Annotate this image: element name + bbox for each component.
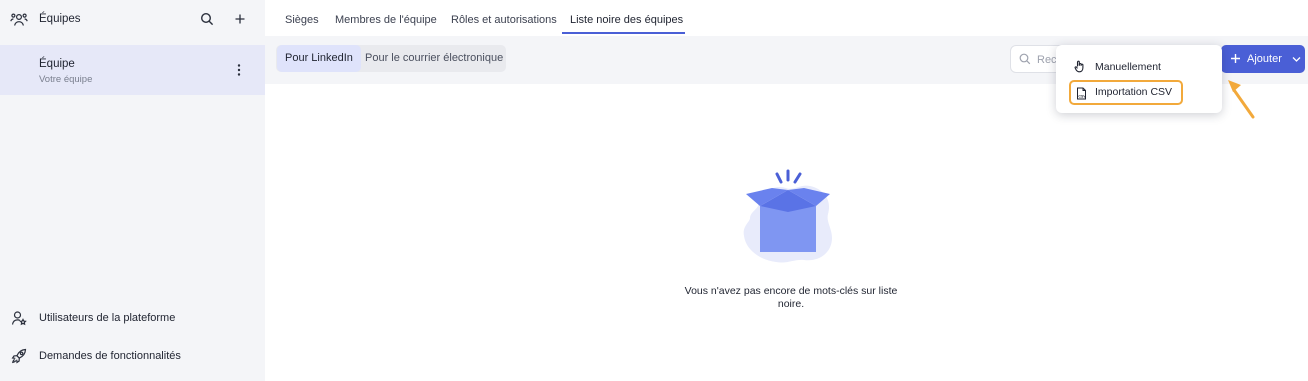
segment-linkedin[interactable]: Pour LinkedIn xyxy=(277,45,361,72)
svg-text:CSV: CSV xyxy=(1078,94,1086,98)
pointer-arrow-icon xyxy=(1228,80,1255,119)
menu-item-label: Importation CSV xyxy=(1095,86,1173,98)
active-tab-indicator xyxy=(562,32,685,34)
sidebar-header: Équipes xyxy=(0,0,265,40)
sidebar-item-feature-requests[interactable]: Demandes de fonctionnalités xyxy=(0,341,265,371)
team-subtitle: Votre équipe xyxy=(39,74,93,85)
menu-item-manual[interactable]: Manuellement xyxy=(1068,56,1218,78)
search-icon xyxy=(1019,53,1031,65)
sidebar-item-platform-users[interactable]: Utilisateurs de la plateforme xyxy=(0,303,265,333)
team-name: Équipe xyxy=(39,58,75,70)
tab-roles-permissions[interactable]: Rôles et autorisations xyxy=(451,14,557,26)
menu-item-label: Manuellement xyxy=(1095,61,1161,73)
add-button[interactable]: Ajouter xyxy=(1221,45,1305,73)
add-team-icon[interactable] xyxy=(233,12,247,26)
more-options-icon[interactable] xyxy=(232,61,246,79)
sidebar-item-label: Utilisateurs de la plateforme xyxy=(39,312,176,324)
add-button-label: Ajouter xyxy=(1247,53,1282,65)
empty-box-illustration xyxy=(743,169,832,263)
rocket-icon xyxy=(11,348,27,364)
hand-pointer-icon xyxy=(1074,60,1084,73)
tab-seats[interactable]: Sièges xyxy=(285,14,319,26)
search-icon[interactable] xyxy=(200,12,214,26)
team-icon xyxy=(10,13,28,26)
sidebar-title: Équipes xyxy=(39,13,81,25)
sidebar: Équipes Équipe Votre équipe Utilisateurs… xyxy=(0,0,265,381)
csv-file-icon: CSV xyxy=(1077,87,1086,100)
segment-email[interactable]: Pour le courrier électronique xyxy=(357,45,511,72)
empty-state-message: Vous n'avez pas encore de mots-clés sur … xyxy=(684,285,898,310)
sidebar-item-team[interactable]: Équipe Votre équipe xyxy=(0,45,265,95)
plus-icon xyxy=(1231,54,1240,63)
tab-team-blacklist[interactable]: Liste noire des équipes xyxy=(570,14,683,26)
tab-team-members[interactable]: Membres de l'équipe xyxy=(335,14,437,26)
chevron-down-icon xyxy=(1292,57,1301,62)
user-star-icon xyxy=(11,311,27,326)
sidebar-item-label: Demandes de fonctionnalités xyxy=(39,350,181,362)
menu-item-csv-import[interactable]: CSV Importation CSV xyxy=(1069,80,1183,105)
